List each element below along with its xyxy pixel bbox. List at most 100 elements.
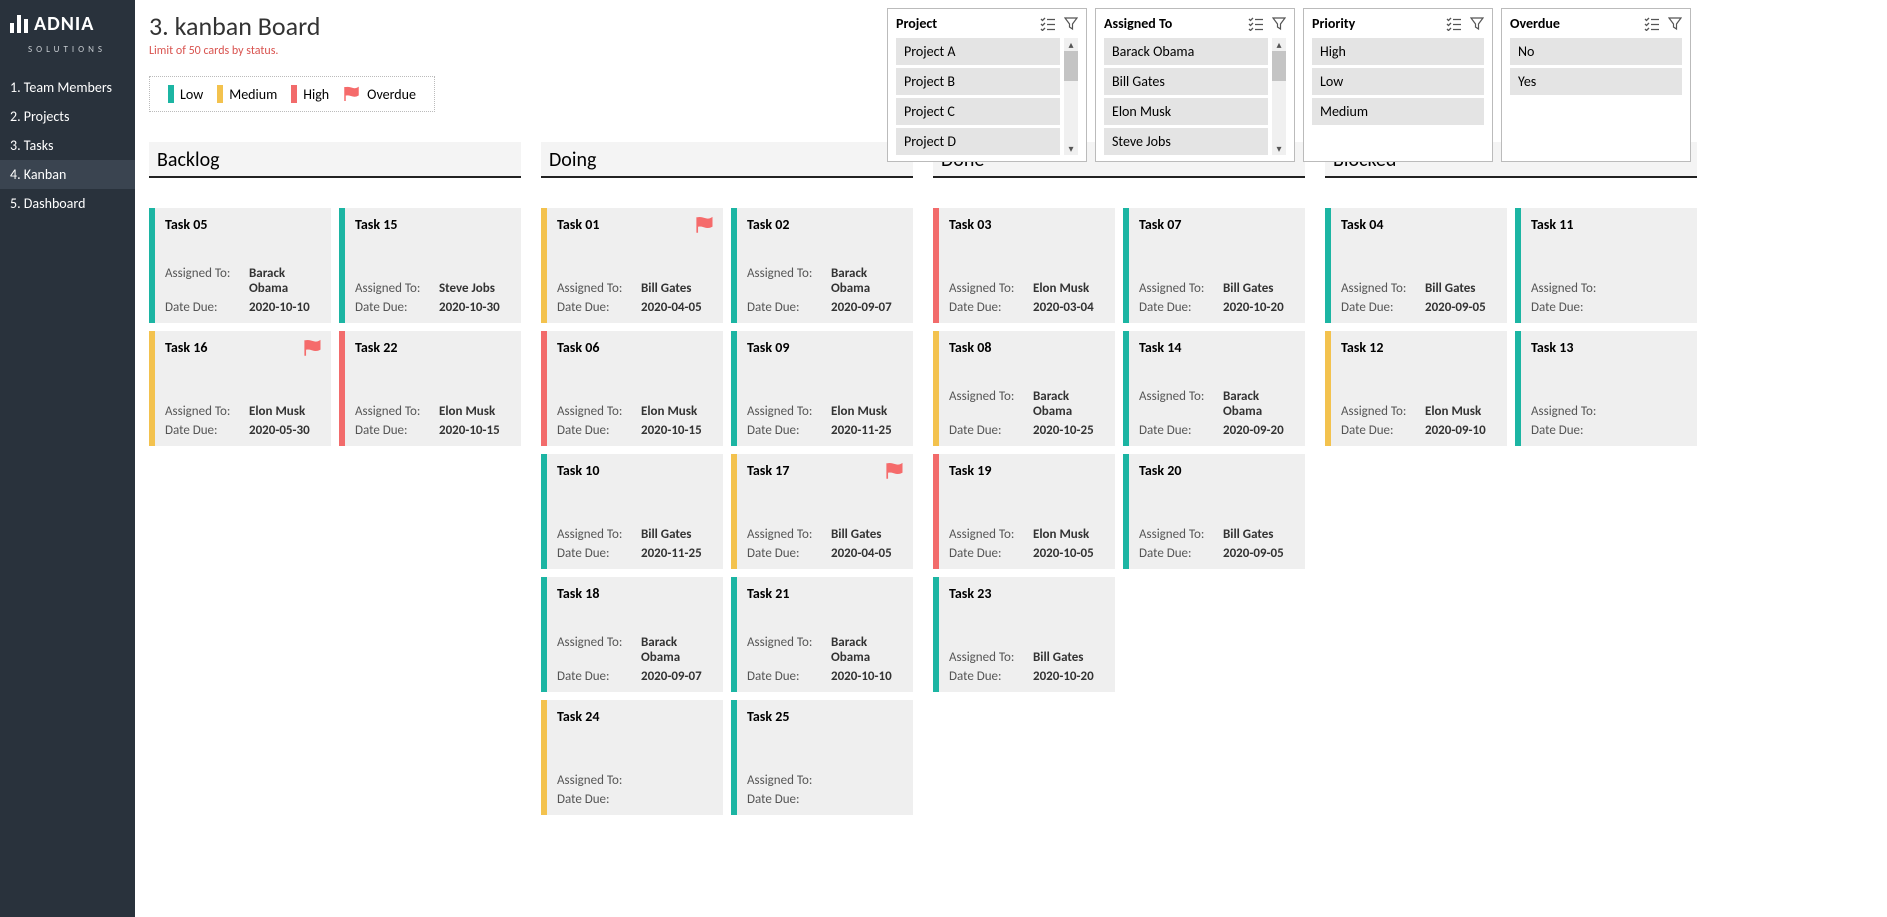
task-card[interactable]: Task 21Assigned To:Barack ObamaDate Due:…: [731, 577, 913, 692]
card-assignee-row: Assigned To:: [1531, 404, 1687, 419]
task-card[interactable]: Task 11Assigned To:Date Due:: [1515, 208, 1697, 323]
filter-option[interactable]: Bill Gates: [1104, 68, 1268, 95]
filter-option[interactable]: Project C: [896, 98, 1060, 125]
task-card[interactable]: Task 01Assigned To:Bill GatesDate Due:20…: [541, 208, 723, 323]
task-card[interactable]: Task 09Assigned To:Elon MuskDate Due:202…: [731, 331, 913, 446]
card-title: Task 02: [747, 216, 903, 233]
card-due-row: Date Due:: [1531, 423, 1687, 438]
filter-option[interactable]: Medium: [1312, 98, 1484, 125]
card-title: Task 21: [747, 585, 903, 602]
task-card[interactable]: Task 22Assigned To:Elon MuskDate Due:202…: [339, 331, 521, 446]
scroll-thumb[interactable]: [1272, 51, 1286, 81]
scroll-thumb[interactable]: [1064, 51, 1078, 81]
scrollbar[interactable]: ▴▾: [1272, 38, 1286, 155]
filter-option[interactable]: Yes: [1510, 68, 1682, 95]
card-assignee-row: Assigned To:Bill Gates: [949, 650, 1105, 665]
nav-item-1[interactable]: 2. Projects: [0, 102, 135, 131]
task-card[interactable]: Task 16 Assigned To:Elon Musk Date Due:202…: [149, 331, 331, 446]
nav-item-4[interactable]: 5. Dashboard: [0, 189, 135, 218]
filter-priority: PriorityHighLowMedium: [1303, 8, 1493, 162]
card-title: Task 16: [165, 339, 321, 356]
multiselect-icon[interactable]: [1248, 17, 1264, 31]
column-blocked: BlockedTask 04Assigned To:Bill GatesDate…: [1325, 142, 1697, 815]
nav-item-0[interactable]: 1. Team Members: [0, 73, 135, 102]
filter-option[interactable]: Project B: [896, 68, 1060, 95]
multiselect-icon[interactable]: [1644, 17, 1660, 31]
task-card[interactable]: Task 04Assigned To:Bill GatesDate Due:20…: [1325, 208, 1507, 323]
card-due-row: Date Due:2020-05-30: [165, 423, 321, 438]
task-card[interactable]: Task 15Assigned To:Steve JobsDate Due:20…: [339, 208, 521, 323]
filter-icon[interactable]: [1668, 17, 1682, 31]
task-card[interactable]: Task 17Assigned To:Bill GatesDate Due:20…: [731, 454, 913, 569]
filter-overdue: OverdueNoYes: [1501, 8, 1691, 162]
card-due-row: Date Due:2020-11-25: [747, 423, 903, 438]
card-due-row: Date Due:2020-10-25: [949, 423, 1105, 438]
filter-option[interactable]: Project A: [896, 38, 1060, 65]
task-card[interactable]: Task 24Assigned To:Date Due:: [541, 700, 723, 815]
card-title: Task 12: [1341, 339, 1497, 356]
brand-name: ADNIA: [34, 12, 94, 36]
card-due-row: Date Due:2020-10-10: [165, 300, 321, 315]
card-due-row: Date Due:2020-10-15: [355, 423, 511, 438]
filter-option[interactable]: Low: [1312, 68, 1484, 95]
task-card[interactable]: Task 19Assigned To:Elon MuskDate Due:202…: [933, 454, 1115, 569]
card-assignee-row: Assigned To:Elon Musk: [165, 404, 321, 419]
task-card[interactable]: Task 12Assigned To:Elon MuskDate Due:202…: [1325, 331, 1507, 446]
task-card[interactable]: Task 14Assigned To:Barack ObamaDate Due:…: [1123, 331, 1305, 446]
column-backlog: Backlog Task 05Assigned To:Barack ObamaDa…: [149, 142, 521, 815]
multiselect-icon[interactable]: [1446, 17, 1462, 31]
card-assignee-row: Assigned To:Elon Musk: [949, 527, 1105, 542]
column-header: Doing: [541, 142, 913, 178]
filter-option[interactable]: No: [1510, 38, 1682, 65]
filter-icon[interactable]: [1064, 17, 1078, 31]
scroll-up-icon[interactable]: ▴: [1068, 38, 1073, 51]
task-card[interactable]: Task 10Assigned To:Bill GatesDate Due:20…: [541, 454, 723, 569]
card-title: Task 20: [1139, 462, 1295, 479]
task-card[interactable]: Task 23Assigned To:Bill GatesDate Due:20…: [933, 577, 1115, 692]
card-due-row: Date Due:2020-11-25: [557, 546, 713, 561]
task-card[interactable]: Task 03Assigned To:Elon MuskDate Due:202…: [933, 208, 1115, 323]
card-assignee-row: Assigned To:: [557, 773, 713, 788]
task-card[interactable]: Task 08Assigned To:Barack ObamaDate Due:…: [933, 331, 1115, 446]
task-card[interactable]: Task 25Assigned To:Date Due:: [731, 700, 913, 815]
card-due-row: Date Due:: [1531, 300, 1687, 315]
card-due-row: Date Due:2020-04-05: [747, 546, 903, 561]
card-assignee-row: Assigned To:Elon Musk: [355, 404, 511, 419]
filter-label: Project: [896, 15, 937, 32]
card-assignee-row: Assigned To:: [747, 773, 903, 788]
task-card[interactable]: Task 13Assigned To:Date Due:: [1515, 331, 1697, 446]
card-title: Task 10: [557, 462, 713, 479]
scrollbar[interactable]: ▴▾: [1064, 38, 1078, 155]
task-card[interactable]: Task 02Assigned To:Barack ObamaDate Due:…: [731, 208, 913, 323]
column-header: Backlog: [149, 142, 521, 178]
card-title: Task 15: [355, 216, 511, 233]
task-card[interactable]: Task 07Assigned To:Bill GatesDate Due:20…: [1123, 208, 1305, 323]
task-card[interactable]: Task 18Assigned To:Barack ObamaDate Due:…: [541, 577, 723, 692]
card-assignee-row: Assigned To:Bill Gates: [557, 281, 713, 296]
scroll-down-icon[interactable]: ▾: [1276, 142, 1281, 155]
card-due-row: Date Due:2020-09-20: [1139, 423, 1295, 438]
filter-bar: Project Project A Project B Project C Projec…: [887, 8, 1691, 162]
filter-option[interactable]: High: [1312, 38, 1484, 65]
filter-assigned: Assigned ToBarack ObamaBill GatesElon Mu…: [1095, 8, 1295, 162]
filter-option[interactable]: Elon Musk: [1104, 98, 1268, 125]
filter-option[interactable]: Project D: [896, 128, 1060, 155]
filter-option[interactable]: Steve Jobs: [1104, 128, 1268, 155]
filter-option[interactable]: Barack Obama: [1104, 38, 1268, 65]
task-card[interactable]: Task 05Assigned To:Barack ObamaDate Due:…: [149, 208, 331, 323]
overdue-flag-icon: [885, 462, 905, 480]
card-assignee-row: Assigned To:Barack Obama: [949, 389, 1105, 419]
filter-icon[interactable]: [1470, 17, 1484, 31]
overdue-flag-icon: [303, 339, 323, 357]
task-card[interactable]: Task 20Assigned To:Bill GatesDate Due:20…: [1123, 454, 1305, 569]
filter-icon[interactable]: [1272, 17, 1286, 31]
flag-icon: [343, 86, 361, 102]
nav-item-3[interactable]: 4. Kanban: [0, 160, 135, 189]
scroll-down-icon[interactable]: ▾: [1068, 142, 1073, 155]
multiselect-icon[interactable]: [1040, 17, 1056, 31]
card-assignee-row: Assigned To:Elon Musk: [557, 404, 713, 419]
task-card[interactable]: Task 06Assigned To:Elon MuskDate Due:202…: [541, 331, 723, 446]
scroll-up-icon[interactable]: ▴: [1276, 38, 1281, 51]
nav-item-2[interactable]: 3. Tasks: [0, 131, 135, 160]
card-title: Task 19: [949, 462, 1105, 479]
